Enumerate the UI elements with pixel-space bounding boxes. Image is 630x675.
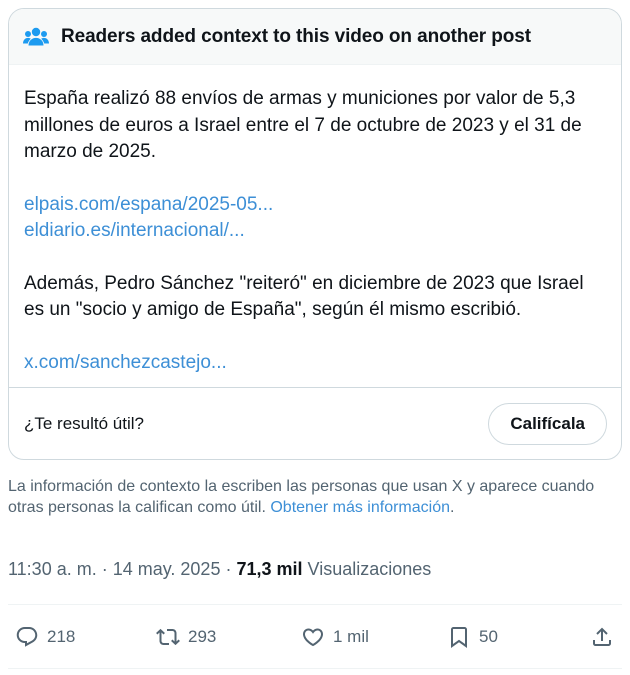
post-date[interactable]: 14 may. 2025 <box>113 559 221 579</box>
community-note-card: Readers added context to this video on a… <box>8 8 622 460</box>
source-link[interactable]: elpais.com/espana/2025-05... <box>24 192 606 219</box>
views-label: Visualizaciones <box>307 559 432 579</box>
people-icon <box>23 26 49 48</box>
reply-count: 218 <box>47 626 76 646</box>
post-time[interactable]: 11:30 a. m. <box>8 559 97 579</box>
bookmark-button[interactable]: 50 <box>447 605 498 668</box>
divider <box>8 668 622 669</box>
repost-icon <box>156 628 180 645</box>
note-header-title: Readers added context to this video on a… <box>61 25 531 47</box>
note-disclaimer: La información de contexto la escriben l… <box>8 476 618 518</box>
bookmark-icon <box>451 626 467 648</box>
source-link[interactable]: x.com/sanchezcastejo... <box>24 350 606 377</box>
like-count: 1 mil <box>333 626 369 646</box>
rate-button[interactable]: Califícala <box>488 402 607 445</box>
views-count: 71,3 mil <box>236 559 303 579</box>
note-body: España realizó 88 envíos de armas y muni… <box>9 65 621 376</box>
share-button[interactable] <box>590 605 614 668</box>
meta-separator: · <box>220 559 237 579</box>
meta-separator: · <box>96 559 113 579</box>
source-link[interactable]: eldiario.es/internacional/... <box>24 218 606 245</box>
learn-more-link[interactable]: Obtener más información <box>270 499 450 516</box>
repost-button[interactable]: 293 <box>156 605 216 668</box>
reply-button[interactable]: 218 <box>15 605 75 668</box>
action-bar: 218 293 1 mil 50 <box>0 605 630 668</box>
note-header: Readers added context to this video on a… <box>9 9 621 65</box>
note-rating-footer: ¿Te resultó útil? Califícala <box>9 387 621 459</box>
like-button[interactable]: 1 mil <box>301 605 369 668</box>
note-paragraph: España realizó 88 envíos de armas y muni… <box>24 88 582 162</box>
disclaimer-period: . <box>450 499 455 516</box>
share-icon <box>593 627 611 646</box>
note-paragraph: Además, Pedro Sánchez "reiteró" en dicie… <box>24 272 584 321</box>
reply-icon <box>16 626 38 647</box>
repost-count: 293 <box>188 626 217 646</box>
heart-icon <box>302 628 324 646</box>
bookmark-count: 50 <box>479 626 498 646</box>
helpful-question: ¿Te resultó útil? <box>24 413 144 433</box>
post-meta: 11:30 a. m. · 14 may. 2025 · 71,3 mil Vi… <box>8 559 431 580</box>
